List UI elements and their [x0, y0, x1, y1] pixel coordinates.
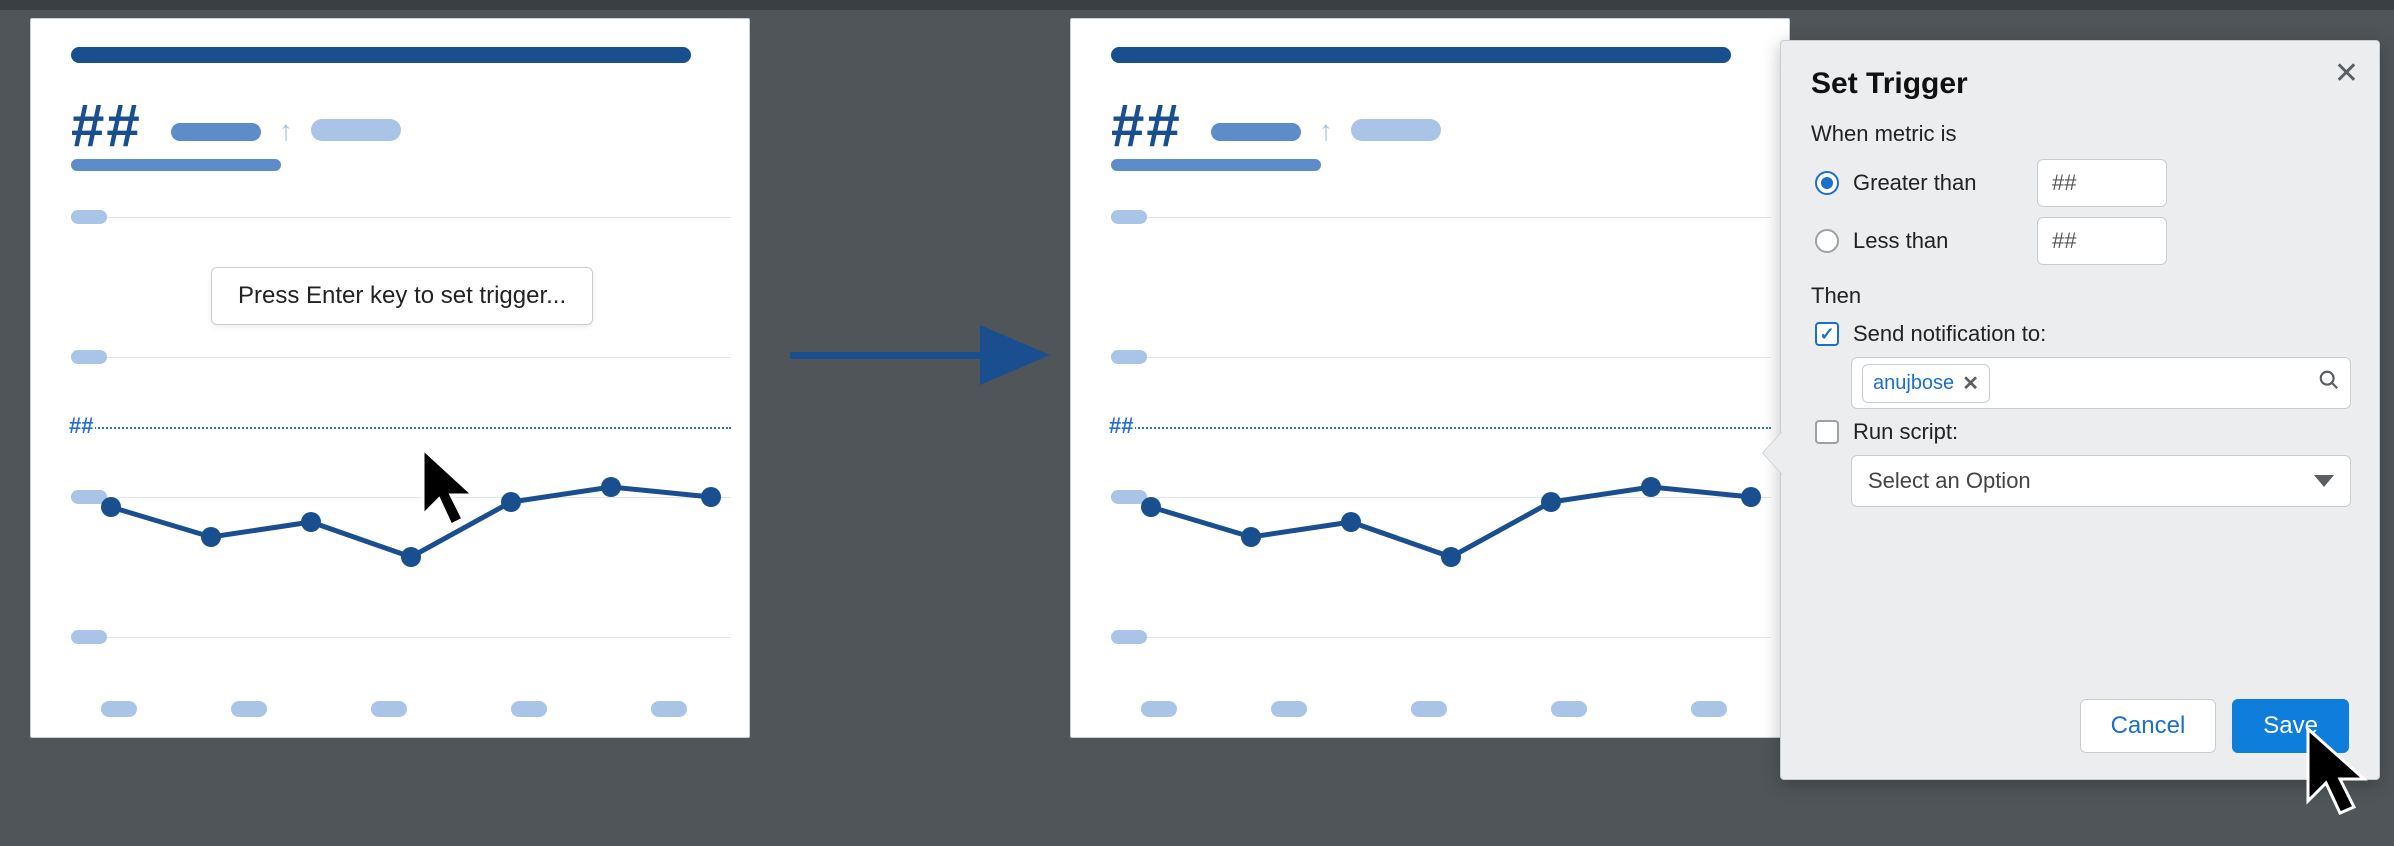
- cancel-button[interactable]: Cancel: [2080, 699, 2217, 753]
- tooltip-text: Press Enter key to set trigger...: [238, 282, 566, 309]
- less-than-label: Less than: [1853, 228, 2023, 254]
- metric-delta-pill: [311, 119, 401, 141]
- recipient-chip[interactable]: anujbose ✕: [1862, 364, 1990, 403]
- send-notification-row: ✓ Send notification to:: [1815, 321, 2349, 347]
- stage: ## ↑ ##: [0, 0, 2394, 846]
- send-notification-checkbox[interactable]: ✓: [1815, 322, 1839, 346]
- x-tick-pill: [511, 701, 547, 717]
- x-tick-pill: [231, 701, 267, 717]
- run-script-select[interactable]: Select an Option: [1851, 455, 2351, 507]
- x-tick-pill: [101, 701, 137, 717]
- save-button[interactable]: Save: [2232, 699, 2349, 753]
- run-script-checkbox[interactable]: [1815, 420, 1839, 444]
- window-top-strip: [0, 0, 2394, 10]
- chart-card-right: ## ↑ ##: [1070, 18, 1790, 738]
- send-notification-label: Send notification to:: [1853, 321, 2046, 347]
- x-tick-pill: [651, 701, 687, 717]
- set-trigger-tooltip: Press Enter key to set trigger...: [211, 267, 593, 325]
- run-script-label: Run script:: [1853, 419, 1958, 445]
- remove-chip-icon[interactable]: ✕: [1962, 371, 1979, 396]
- greater-than-row: Greater than ##: [1815, 159, 2349, 207]
- metric-subline-skeleton: [71, 159, 281, 171]
- metric-value: ##: [1111, 91, 1182, 160]
- trend-up-icon: ↑: [1319, 115, 1333, 147]
- metric-value: ##: [71, 91, 142, 160]
- close-icon[interactable]: ✕: [2334, 59, 2359, 89]
- x-tick-pill: [1411, 701, 1447, 717]
- run-script-row: Run script:: [1815, 419, 2349, 445]
- search-icon[interactable]: [2318, 369, 2340, 397]
- run-script-select-placeholder: Select an Option: [1868, 468, 2031, 494]
- card-title-skeleton: [71, 47, 691, 63]
- metric-delta-pill: [1351, 119, 1441, 141]
- less-than-input[interactable]: ##: [2037, 217, 2167, 265]
- recipient-chip-label: anujbose: [1873, 372, 1954, 395]
- trend-up-icon: ↑: [279, 115, 293, 147]
- dialog-pointer-icon: [1763, 431, 1783, 475]
- greater-than-label: Greater than: [1853, 170, 2023, 196]
- x-axis-ticks: [1111, 701, 1771, 721]
- greater-than-value: ##: [2052, 170, 2076, 196]
- dialog-title: Set Trigger: [1811, 67, 2349, 101]
- dialog-buttons: Cancel Save: [2080, 699, 2349, 753]
- x-tick-pill: [1271, 701, 1307, 717]
- x-tick-pill: [1141, 701, 1177, 717]
- less-than-radio[interactable]: [1815, 229, 1839, 253]
- metric-subpill: [171, 123, 261, 141]
- card-title-skeleton: [1111, 47, 1731, 63]
- chevron-down-icon: [2314, 475, 2334, 487]
- save-button-label: Save: [2263, 712, 2318, 740]
- set-trigger-dialog: ✕ Set Trigger When metric is Greater tha…: [1780, 40, 2380, 780]
- x-tick-pill: [371, 701, 407, 717]
- flow-arrow-icon: [790, 325, 1060, 385]
- notification-recipients-input[interactable]: anujbose ✕: [1851, 357, 2351, 409]
- chart-card-left: ## ↑ ##: [30, 18, 750, 738]
- x-tick-pill: [1551, 701, 1587, 717]
- greater-than-input[interactable]: ##: [2037, 159, 2167, 207]
- metric-subpill: [1211, 123, 1301, 141]
- less-than-value: ##: [2052, 228, 2076, 254]
- line-chart: [1111, 197, 1771, 667]
- metric-subline-skeleton: [1111, 159, 1321, 171]
- then-label: Then: [1811, 283, 2349, 309]
- less-than-row: Less than ##: [1815, 217, 2349, 265]
- cancel-button-label: Cancel: [2111, 712, 2186, 740]
- when-metric-label: When metric is: [1811, 121, 2349, 147]
- greater-than-radio[interactable]: [1815, 171, 1839, 195]
- x-tick-pill: [1691, 701, 1727, 717]
- chart-area[interactable]: ##: [1111, 197, 1771, 667]
- x-axis-ticks: [71, 701, 731, 721]
